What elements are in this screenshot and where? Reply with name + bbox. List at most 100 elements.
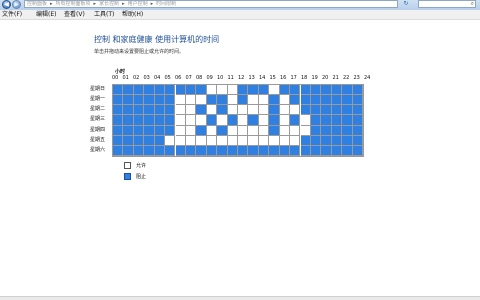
forward-button[interactable]: ▶ (12, 0, 21, 9)
time-cell-blocked[interactable] (238, 95, 249, 106)
time-cell-blocked[interactable] (331, 145, 343, 156)
time-cell-blocked[interactable] (206, 95, 218, 106)
time-cell-allowed[interactable] (279, 125, 291, 136)
time-cell-blocked[interactable] (238, 145, 249, 156)
time-cell-allowed[interactable] (269, 135, 280, 146)
time-cell-allowed[interactable] (185, 135, 197, 146)
time-cell-blocked[interactable] (342, 145, 353, 156)
time-cell-blocked[interactable] (227, 145, 238, 156)
time-cell-blocked[interactable] (185, 145, 197, 156)
time-cell-allowed[interactable] (185, 95, 197, 106)
time-cell-blocked[interactable] (227, 115, 238, 126)
time-cell-blocked[interactable] (144, 95, 155, 106)
time-cell-allowed[interactable] (248, 135, 259, 146)
time-cell-blocked[interactable] (123, 105, 134, 116)
time-cell-allowed[interactable] (185, 115, 197, 126)
time-cell-blocked[interactable] (154, 135, 166, 146)
time-cell-blocked[interactable] (331, 105, 343, 116)
time-cell-blocked[interactable] (342, 105, 353, 116)
time-cell-blocked[interactable] (175, 85, 186, 96)
search-input[interactable]: ⌕ (418, 0, 476, 8)
time-cell-blocked[interactable] (300, 135, 311, 146)
time-cell-blocked[interactable] (238, 85, 249, 96)
time-cell-blocked[interactable] (133, 115, 145, 126)
time-cell-blocked[interactable] (290, 115, 301, 126)
time-cell-allowed[interactable] (196, 135, 207, 146)
time-cell-blocked[interactable] (279, 145, 291, 156)
time-cell-allowed[interactable] (290, 105, 301, 116)
time-cell-blocked[interactable] (113, 125, 124, 136)
time-cell-allowed[interactable] (217, 115, 228, 126)
time-cell-allowed[interactable] (279, 135, 291, 146)
time-cell-blocked[interactable] (321, 105, 332, 116)
time-cell-allowed[interactable] (279, 95, 291, 106)
time-cell-blocked[interactable] (352, 145, 363, 156)
time-cell-blocked[interactable] (300, 95, 311, 106)
time-cell-blocked[interactable] (342, 115, 353, 126)
time-cell-allowed[interactable] (258, 95, 270, 106)
time-cell-blocked[interactable] (123, 145, 134, 156)
time-cell-blocked[interactable] (331, 95, 343, 106)
time-cell-blocked[interactable] (269, 145, 280, 156)
time-cell-allowed[interactable] (227, 105, 238, 116)
time-cell-blocked[interactable] (290, 95, 301, 106)
time-cell-blocked[interactable] (196, 85, 207, 96)
time-cell-blocked[interactable] (133, 125, 145, 136)
time-cell-blocked[interactable] (144, 85, 155, 96)
time-cell-allowed[interactable] (175, 115, 186, 126)
time-cell-blocked[interactable] (165, 125, 176, 136)
menu-help[interactable]: 帮助(H) (122, 11, 143, 19)
time-cell-blocked[interactable] (352, 85, 363, 96)
time-cell-blocked[interactable] (206, 115, 218, 126)
time-cell-allowed[interactable] (258, 135, 270, 146)
time-cell-blocked[interactable] (217, 125, 228, 136)
time-cell-blocked[interactable] (352, 135, 363, 146)
time-cell-blocked[interactable] (196, 125, 207, 136)
time-cell-allowed[interactable] (175, 105, 186, 116)
time-cell-blocked[interactable] (279, 85, 291, 96)
time-cell-blocked[interactable] (310, 105, 322, 116)
time-cell-blocked[interactable] (310, 115, 322, 126)
time-cell-blocked[interactable] (154, 145, 166, 156)
time-cell-allowed[interactable] (196, 95, 207, 106)
time-cell-blocked[interactable] (300, 105, 311, 116)
time-cell-blocked[interactable] (248, 85, 259, 96)
back-button[interactable]: ◀ (2, 0, 11, 9)
time-cell-allowed[interactable] (227, 95, 238, 106)
time-cell-blocked[interactable] (331, 125, 343, 136)
time-cell-allowed[interactable] (206, 105, 218, 116)
time-cell-blocked[interactable] (290, 145, 301, 156)
menu-tools[interactable]: 工具(T) (94, 11, 114, 19)
time-cell-blocked[interactable] (310, 145, 322, 156)
time-cell-blocked[interactable] (342, 85, 353, 96)
time-cell-blocked[interactable] (165, 85, 176, 96)
time-cell-allowed[interactable] (248, 105, 259, 116)
time-cell-blocked[interactable] (133, 85, 145, 96)
time-cell-blocked[interactable] (123, 85, 134, 96)
time-cell-blocked[interactable] (133, 135, 145, 146)
time-cell-blocked[interactable] (154, 95, 166, 106)
time-cell-blocked[interactable] (133, 145, 145, 156)
time-cell-blocked[interactable] (123, 125, 134, 136)
time-cell-blocked[interactable] (123, 95, 134, 106)
time-cell-blocked[interactable] (310, 85, 322, 96)
time-cell-blocked[interactable] (321, 115, 332, 126)
time-cell-allowed[interactable] (248, 125, 259, 136)
time-cell-blocked[interactable] (144, 145, 155, 156)
time-cell-allowed[interactable] (217, 135, 228, 146)
time-cell-blocked[interactable] (144, 135, 155, 146)
time-cell-blocked[interactable] (185, 85, 197, 96)
time-cell-blocked[interactable] (321, 125, 332, 136)
time-cell-blocked[interactable] (144, 125, 155, 136)
time-cell-blocked[interactable] (165, 115, 176, 126)
time-cell-blocked[interactable] (248, 115, 259, 126)
menu-view[interactable]: 查看(V) (64, 11, 85, 19)
time-cell-blocked[interactable] (258, 145, 270, 156)
time-cell-blocked[interactable] (269, 95, 280, 106)
time-cell-allowed[interactable] (300, 125, 311, 136)
time-cell-blocked[interactable] (321, 145, 332, 156)
time-cell-blocked[interactable] (133, 105, 145, 116)
time-cell-allowed[interactable] (290, 125, 301, 136)
time-cell-allowed[interactable] (185, 125, 197, 136)
time-cell-blocked[interactable] (217, 95, 228, 106)
